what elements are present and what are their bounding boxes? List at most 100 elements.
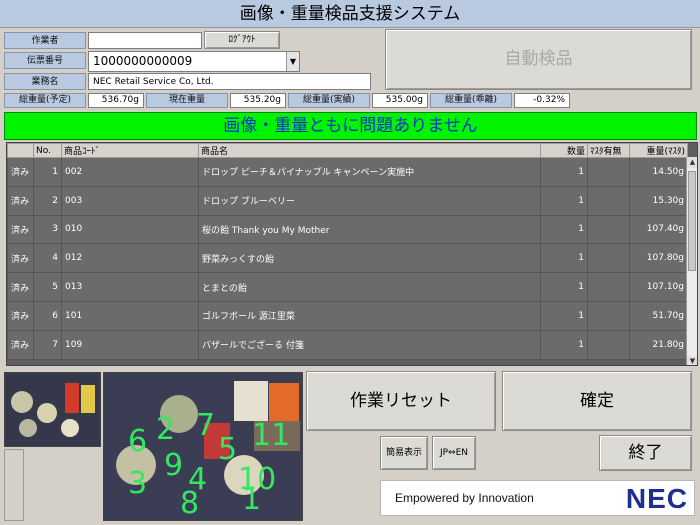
auto-inspect-button[interactable]: 自動検品 — [385, 29, 692, 90]
row-status: 済み — [7, 214, 34, 245]
language-toggle-button[interactable]: JP⇔EN — [432, 436, 476, 470]
row-weight: 51.70g — [629, 300, 688, 331]
row-name: ドロップ ピーチ＆パイナップル キャンペーン実施中 — [198, 157, 541, 187]
thumb-object — [37, 403, 57, 423]
table-row[interactable]: 済み 3 010 桜の飴 Thank you My Mother 1 107.40g — [7, 214, 688, 245]
row-weight: 107.80g — [629, 243, 688, 274]
side-panel — [4, 449, 24, 521]
header-quantity: 数量 — [540, 143, 588, 158]
row-no: 7 — [33, 329, 62, 360]
row-status: 済み — [7, 300, 34, 331]
detection-label: 11 — [252, 418, 291, 453]
row-no: 5 — [33, 272, 62, 302]
detection-label: 7 — [196, 408, 216, 443]
row-qty: 1 — [540, 272, 588, 302]
actual-weight-label: 総重量(実績) — [288, 93, 370, 108]
table-row[interactable]: 済み 7 109 バザールでござーる 付箋 1 21.80g — [7, 329, 688, 360]
header-master: ﾏｽﾀ有無 — [587, 143, 630, 158]
row-qty: 1 — [540, 300, 588, 331]
header-no: No. — [33, 143, 62, 158]
camera-thumbnail[interactable] — [4, 372, 101, 447]
row-code: 002 — [61, 157, 199, 187]
header-product-code: 商品ｺｰﾄﾞ — [61, 143, 199, 158]
scroll-up-icon[interactable]: ▲ — [687, 157, 697, 168]
row-master — [587, 185, 630, 216]
row-code: 012 — [61, 243, 199, 274]
row-master — [587, 272, 630, 302]
row-status: 済み — [7, 243, 34, 274]
table-row[interactable]: 済み 2 003 ドロップ ブルーベリー 1 15.30g — [7, 185, 688, 216]
row-code: 109 — [61, 329, 199, 360]
header-product-name: 商品名 — [198, 143, 541, 158]
header-status — [7, 143, 34, 158]
slip-number-select[interactable]: 1000000000009 ▼ — [88, 51, 300, 72]
table-row[interactable]: 済み 1 002 ドロップ ピーチ＆パイナップル キャンペーン実施中 1 14.50g — [7, 157, 688, 187]
current-weight-label: 現在重量 — [146, 93, 228, 108]
row-name: とまとの飴 — [198, 272, 541, 302]
row-no: 6 — [33, 300, 62, 331]
detection-label: 1 — [242, 482, 262, 517]
row-status: 済み — [7, 157, 34, 187]
row-qty: 1 — [540, 185, 588, 216]
planned-weight-label: 総重量(予定) — [4, 93, 86, 108]
table-row[interactable]: 済み 6 101 ゴルフボール 源江里菜 1 51.70g — [7, 300, 688, 331]
detection-label: 6 — [128, 424, 148, 459]
worker-label: 作業者 — [4, 32, 86, 49]
row-name: 野菜みっくすの飴 — [198, 243, 541, 274]
row-weight: 21.80g — [629, 329, 688, 360]
row-code: 101 — [61, 300, 199, 331]
row-code: 010 — [61, 214, 199, 245]
header-weight: 重量(ﾏｽﾀ) — [629, 143, 688, 158]
thumb-object — [81, 385, 95, 413]
status-message: 画像・重量ともに問題ありません — [4, 112, 697, 140]
row-status: 済み — [7, 329, 34, 360]
current-weight-value: 535.20g — [230, 93, 286, 108]
product-object — [234, 381, 268, 421]
nec-logo: NEC — [625, 483, 688, 514]
brand-tagline: Empowered by Innovation — [395, 491, 534, 505]
reset-work-button[interactable]: 作業リセット — [306, 371, 496, 431]
row-qty: 1 — [540, 243, 588, 274]
row-status: 済み — [7, 272, 34, 302]
row-code: 013 — [61, 272, 199, 302]
row-name: ドロップ ブルーベリー — [198, 185, 541, 216]
simple-view-button[interactable]: 簡易表示 — [380, 436, 428, 470]
table-row[interactable]: 済み 5 013 とまとの飴 1 107.10g — [7, 272, 688, 302]
logout-button[interactable]: ﾛｸﾞｱｳﾄ — [204, 31, 280, 49]
row-master — [587, 300, 630, 331]
row-weight: 107.10g — [629, 272, 688, 302]
vertical-scrollbar[interactable]: ▲ ▼ — [686, 157, 697, 365]
row-weight: 107.40g — [629, 214, 688, 245]
row-name: 桜の飴 Thank you My Mother — [198, 214, 541, 245]
row-master — [587, 329, 630, 360]
thumb-object — [65, 383, 79, 413]
row-qty: 1 — [540, 214, 588, 245]
worker-field[interactable] — [88, 32, 202, 49]
camera-view[interactable]: 6 2 7 11 5 9 3 4 10 8 1 — [103, 372, 303, 521]
item-table[interactable]: No. 商品ｺｰﾄﾞ 商品名 数量 ﾏｽﾀ有無 重量(ﾏｽﾀ) 済み 1 002 ドロ… — [6, 142, 698, 366]
detection-label: 8 — [180, 486, 200, 521]
detection-label: 5 — [218, 432, 238, 467]
thumb-object — [11, 391, 33, 413]
business-name-field[interactable]: NEC Retail Service Co, Ltd. — [88, 73, 371, 90]
window-title: 画像・重量検品支援システム — [0, 0, 700, 28]
row-qty: 1 — [540, 329, 588, 360]
thumb-object — [61, 419, 79, 437]
row-no: 1 — [33, 157, 62, 187]
table-row[interactable]: 済み 4 012 野菜みっくすの飴 1 107.80g — [7, 243, 688, 274]
detection-label: 9 — [164, 448, 184, 483]
business-name-label: 業務名 — [4, 73, 86, 90]
detection-label: 3 — [128, 466, 148, 501]
scrollbar-thumb[interactable] — [688, 171, 696, 271]
actual-weight-value: 535.00g — [372, 93, 428, 108]
row-master — [587, 243, 630, 274]
planned-weight-value: 536.70g — [88, 93, 144, 108]
row-no: 2 — [33, 185, 62, 216]
exit-button[interactable]: 終了 — [599, 435, 692, 471]
row-name: ゴルフボール 源江里菜 — [198, 300, 541, 331]
slip-number-value: 1000000000009 — [93, 54, 193, 68]
confirm-button[interactable]: 確定 — [502, 371, 692, 431]
scroll-down-icon[interactable]: ▼ — [687, 356, 697, 365]
row-weight: 15.30g — [629, 185, 688, 216]
chevron-down-icon[interactable]: ▼ — [286, 52, 299, 71]
